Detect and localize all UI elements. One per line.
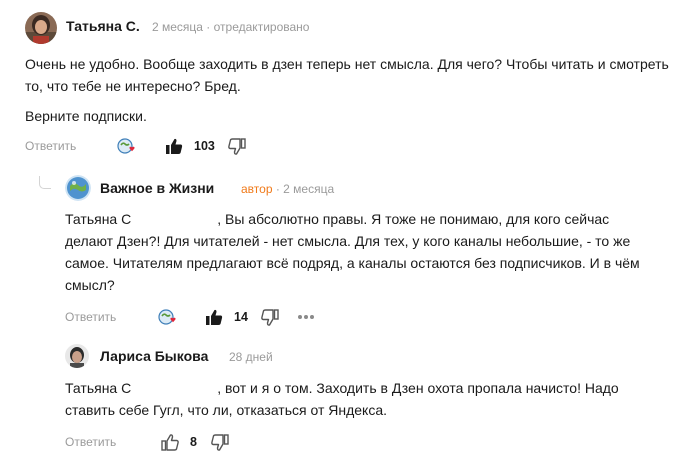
like-count: 103 (194, 139, 215, 153)
more-dots-icon[interactable] (296, 307, 316, 327)
mention-link[interactable]: Татьяна С (65, 380, 131, 396)
like-count: 8 (190, 435, 197, 449)
reply-button[interactable]: Ответить (65, 310, 116, 324)
comment-date: · 2 месяца (275, 182, 335, 196)
comment-author[interactable]: Лариса Быкова (100, 348, 208, 364)
thumbs-up-icon[interactable] (160, 432, 180, 452)
mention-link[interactable]: Татьяна С (65, 211, 131, 227)
thumbs-down-icon[interactable] (227, 137, 247, 157)
reply-button[interactable]: Ответить (65, 435, 116, 449)
comment-author[interactable]: Татьяна С. (66, 18, 140, 34)
comment-body: , вот и я о том. Заходить в Дзен охота п… (65, 380, 619, 418)
avatar-vazhnoe-v-zhizni[interactable] (65, 175, 91, 201)
comment-paragraph: Очень не удобно. Вообще заходить в дзен … (25, 56, 669, 94)
thread-connector (39, 176, 51, 189)
thumbs-up-icon[interactable] (204, 307, 224, 327)
reactions-icon[interactable] (117, 136, 137, 156)
comment-meta: автор · 2 месяца (241, 182, 334, 196)
thumbs-up-icon[interactable] (164, 136, 184, 156)
like-count: 14 (234, 310, 248, 324)
comment-text: Татьяна С, Вы абсолютно правы. Я тоже не… (65, 208, 645, 296)
reactions-icon[interactable] (158, 307, 178, 327)
comment-body: , Вы абсолютно правы. Я тоже не понимаю,… (65, 211, 640, 293)
comment-date: 28 дней (229, 350, 273, 364)
avatar-tatyana[interactable] (25, 12, 57, 44)
thumbs-down-icon[interactable] (260, 308, 280, 328)
comment-meta: 2 месяца · отредактировано (152, 20, 310, 34)
comment-author[interactable]: Важное в Жизни (100, 180, 214, 196)
thumbs-down-icon[interactable] (210, 433, 230, 453)
author-badge: автор (241, 182, 273, 196)
comment-paragraph: Верните подписки. (25, 108, 147, 124)
avatar-larisa[interactable] (65, 344, 89, 368)
comment-text: Татьяна С, вот и я о том. Заходить в Дзе… (65, 377, 655, 421)
comment-text: Очень не удобно. Вообще заходить в дзен … (25, 53, 675, 127)
reply-button[interactable]: Ответить (25, 139, 76, 153)
